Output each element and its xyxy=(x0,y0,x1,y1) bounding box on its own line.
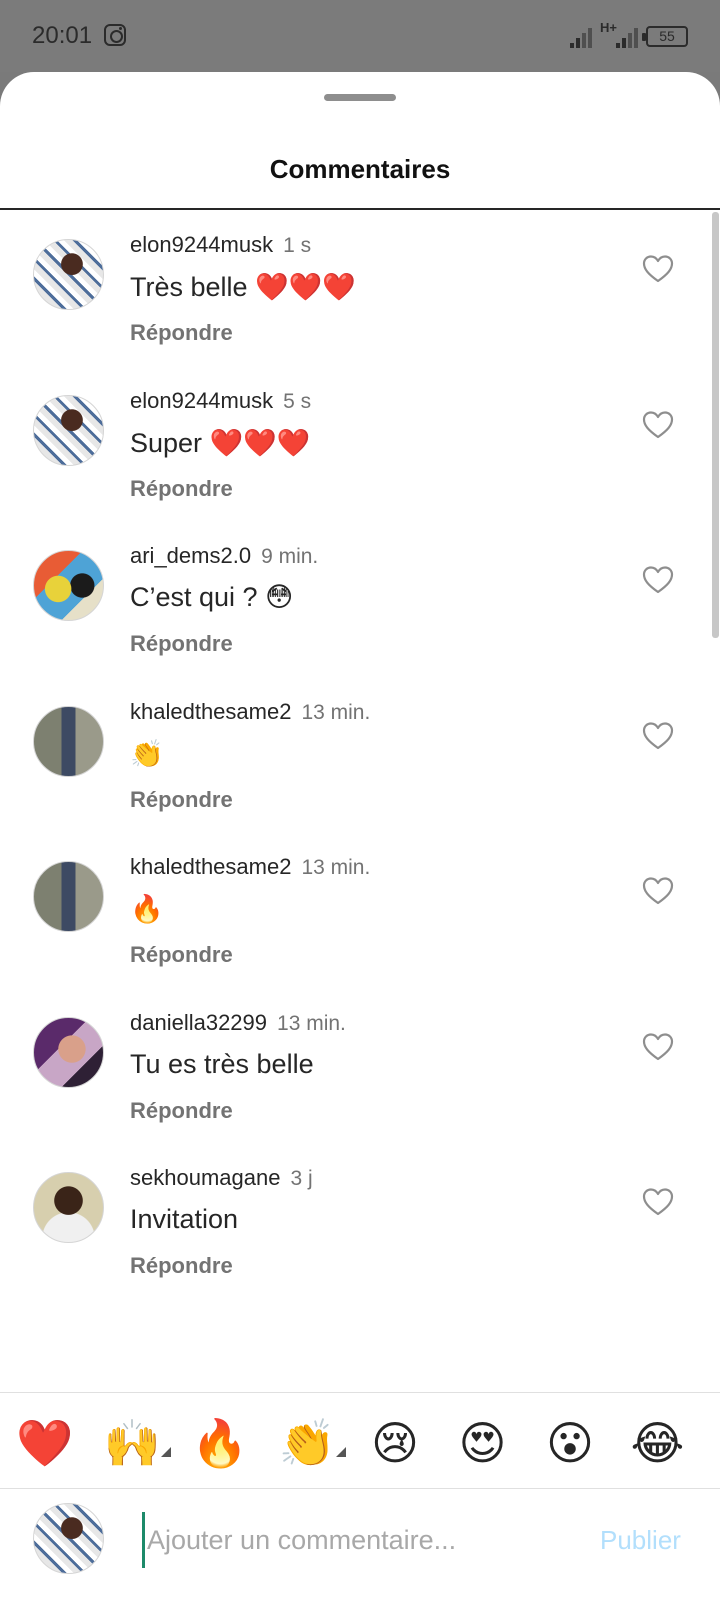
like-heart-icon[interactable] xyxy=(642,1032,674,1062)
fire-emoji[interactable]: 🔥 xyxy=(190,1415,250,1471)
page-title: Commentaires xyxy=(269,154,451,184)
system-navigation-bar xyxy=(0,1594,720,1612)
comment-item: ari_dems2.0 9 min. C’est qui ? 😳 Répondre xyxy=(0,523,720,683)
comment-time: 9 min. xyxy=(261,545,319,568)
comment-item: sekhoumagane 3 j Invitation Répondre xyxy=(0,1145,720,1305)
network-type: H+ xyxy=(600,20,617,35)
clapping-hands-emoji[interactable]: 👏 xyxy=(278,1415,338,1471)
comment-text: Invitation xyxy=(130,1204,239,1234)
comment-header: khaledthesame2 13 min. xyxy=(130,854,370,880)
reply-button[interactable]: Répondre xyxy=(130,942,233,968)
comment-username[interactable]: elon9244musk xyxy=(130,388,273,413)
comment-item: daniella32299 13 min. Tu es très belle Répo… xyxy=(0,990,720,1150)
comment-time: 5 s xyxy=(283,390,312,413)
crying-face-emoji[interactable]: 😢 xyxy=(365,1415,425,1471)
comment-username[interactable]: khaledthesame2 xyxy=(130,854,291,879)
publish-button[interactable]: Publier xyxy=(600,1525,681,1556)
comment-time: 13 min. xyxy=(301,856,371,879)
status-bar: 20:01 H+ 55 xyxy=(0,0,720,72)
comment-header: elon9244musk 1 s xyxy=(130,232,311,258)
instagram-notification-icon xyxy=(104,24,126,46)
comment-time: 3 j xyxy=(290,1167,313,1190)
heart-emoji[interactable]: ❤️ xyxy=(15,1415,75,1471)
comment-text: Super ❤️❤️❤️ xyxy=(130,428,311,458)
signal-strength-icon xyxy=(616,26,638,48)
surprised-face-emoji[interactable]: 😮 xyxy=(540,1415,600,1471)
reply-button[interactable]: Répondre xyxy=(130,320,233,346)
signal-icon xyxy=(570,26,594,48)
reply-button[interactable]: Répondre xyxy=(130,476,233,502)
comment-text: 👏 xyxy=(130,739,164,769)
comment-item: elon9244musk 5 s Super ❤️❤️❤️ Répondre xyxy=(0,368,720,528)
comment-text: Tu es très belle xyxy=(130,1049,314,1079)
quick-reactions-bar: ❤️ 🙌 🔥 👏 😢 😍 😮 😂 xyxy=(0,1393,720,1489)
like-heart-icon[interactable] xyxy=(642,254,674,284)
avatar[interactable] xyxy=(33,1172,104,1243)
like-heart-icon[interactable] xyxy=(642,876,674,906)
avatar[interactable] xyxy=(33,861,104,932)
comment-header: elon9244musk 5 s xyxy=(130,388,311,414)
battery-icon: 55 xyxy=(642,26,688,47)
avatar[interactable] xyxy=(33,1017,104,1088)
comment-username[interactable]: sekhoumagane xyxy=(130,1165,280,1190)
avatar[interactable] xyxy=(33,239,104,310)
sheet-drag-handle[interactable] xyxy=(324,94,396,101)
comment-list[interactable]: elon9244musk 1 s Très belle ❤️❤️❤️ Répondre… xyxy=(0,212,720,1392)
comment-input[interactable] xyxy=(142,1512,562,1568)
raising-hands-emoji[interactable]: 🙌 xyxy=(103,1415,163,1471)
comment-username[interactable]: ari_dems2.0 xyxy=(130,543,251,568)
scrollbar[interactable] xyxy=(712,212,719,638)
current-user-avatar xyxy=(33,1503,104,1574)
reply-button[interactable]: Répondre xyxy=(130,1253,233,1279)
comment-time: 1 s xyxy=(283,234,312,257)
comment-username[interactable]: khaledthesame2 xyxy=(130,699,291,724)
comment-item: khaledthesame2 13 min. 👏 Répondre xyxy=(0,679,720,839)
like-heart-icon[interactable] xyxy=(642,1187,674,1217)
comment-text: C’est qui ? 😳 xyxy=(130,582,294,612)
tears-of-joy-emoji[interactable]: 😂 xyxy=(628,1415,688,1471)
avatar[interactable] xyxy=(33,550,104,621)
comment-username[interactable]: elon9244musk xyxy=(130,232,273,257)
comment-header: daniella32299 13 min. xyxy=(130,1010,346,1036)
heart-eyes-emoji[interactable]: 😍 xyxy=(453,1415,513,1471)
comment-text: Très belle ❤️❤️❤️ xyxy=(130,272,356,302)
comment-username[interactable]: daniella32299 xyxy=(130,1010,267,1035)
divider xyxy=(0,208,720,210)
like-heart-icon[interactable] xyxy=(642,565,674,595)
avatar[interactable] xyxy=(33,706,104,777)
comments-sheet: Commentaires elon9244musk 1 s Très belle ❤… xyxy=(0,72,720,1612)
divider xyxy=(0,1488,720,1489)
like-heart-icon[interactable] xyxy=(642,410,674,440)
comment-item: elon9244musk 1 s Très belle ❤️❤️❤️ Répondre xyxy=(0,212,720,372)
reply-button[interactable]: Répondre xyxy=(130,787,233,813)
like-heart-icon[interactable] xyxy=(642,721,674,751)
comment-text: 🔥 xyxy=(130,894,164,924)
comment-time: 13 min. xyxy=(301,701,371,724)
status-time: 20:01 xyxy=(32,22,93,49)
comment-header: khaledthesame2 13 min. xyxy=(130,699,370,725)
comment-header: sekhoumagane 3 j xyxy=(130,1165,313,1191)
avatar[interactable] xyxy=(33,395,104,466)
reply-button[interactable]: Répondre xyxy=(130,1098,233,1124)
comment-item: khaledthesame2 13 min. 🔥 Répondre xyxy=(0,834,720,994)
more-variants-indicator-icon xyxy=(160,1447,171,1457)
more-variants-indicator-icon xyxy=(335,1447,346,1457)
comment-header: ari_dems2.0 9 min. xyxy=(130,543,318,569)
reply-button[interactable]: Répondre xyxy=(130,631,233,657)
comment-time: 13 min. xyxy=(277,1012,346,1035)
